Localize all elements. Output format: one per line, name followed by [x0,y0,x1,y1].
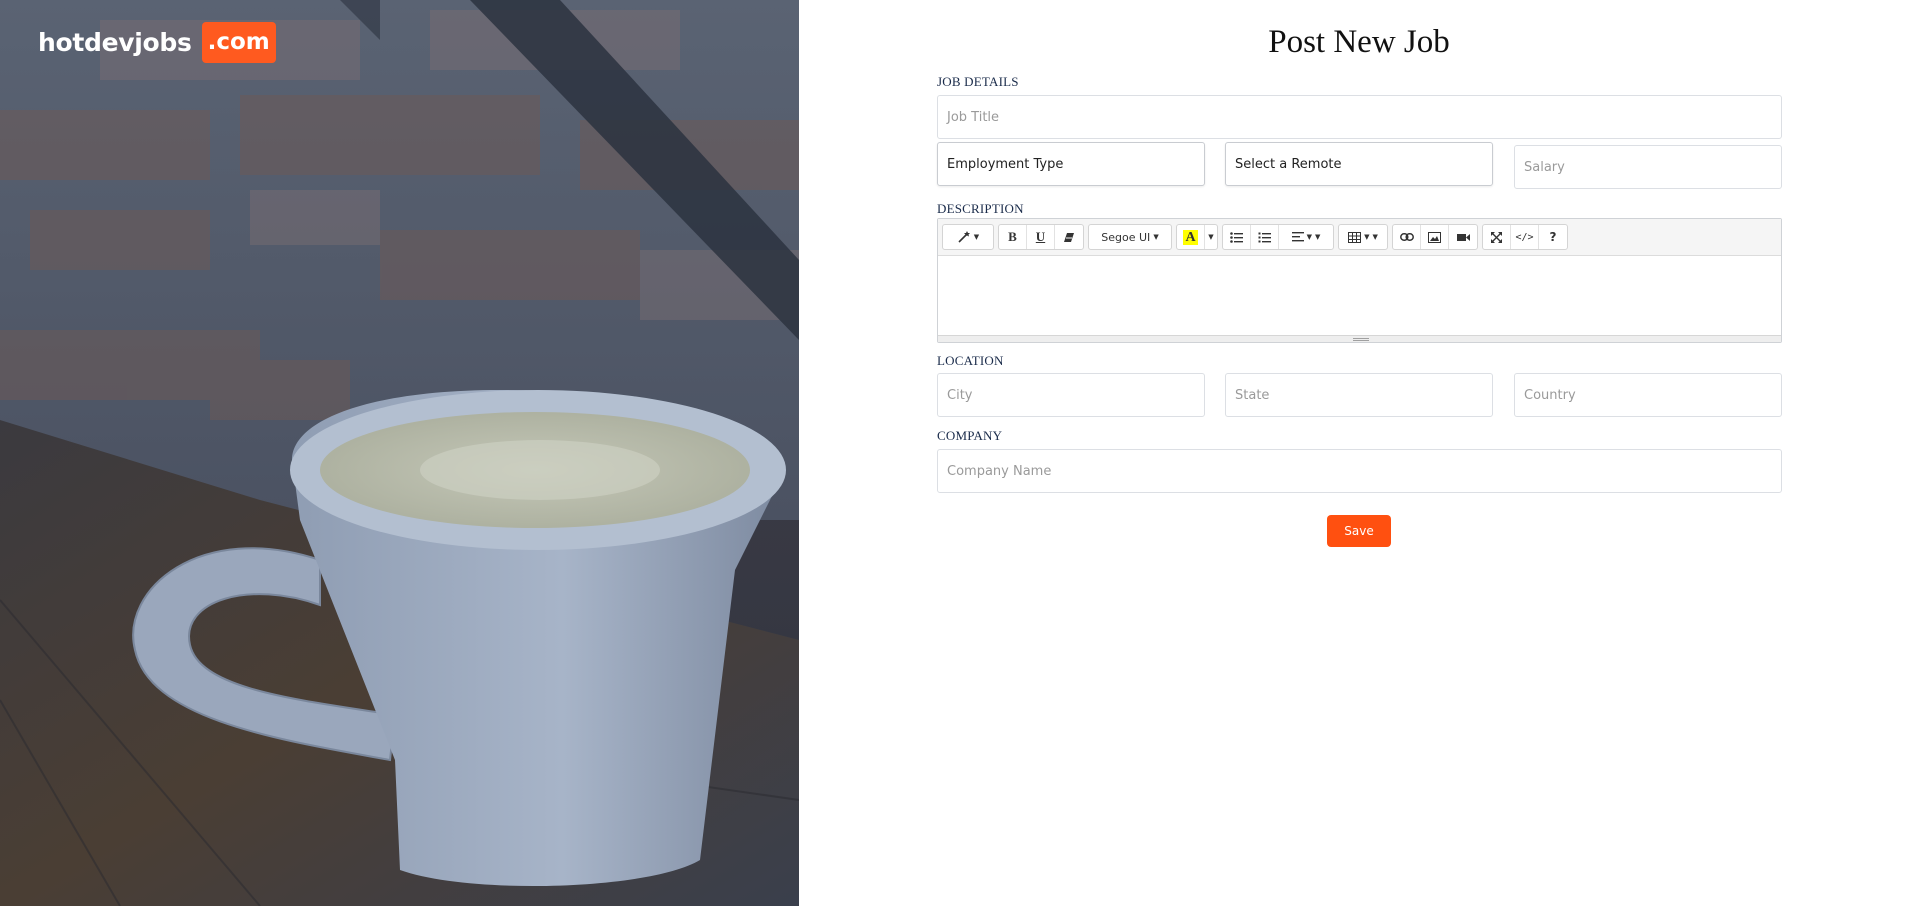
employment-type-value: Employment Type [947,156,1064,172]
picture-icon[interactable] [1421,225,1449,249]
section-label-job-details: JOB DETAILS [937,74,1019,89]
magic-wand-icon[interactable]: ▼ [943,225,993,249]
post-job-form: Post New Job JOB DETAILS Job Title Emplo… [799,0,1919,906]
company-name-placeholder: Company Name [947,463,1052,479]
section-label-description: DESCRIPTION [937,201,1024,216]
underline-icon[interactable]: U [1027,225,1055,249]
employment-type-select[interactable]: Employment Type [937,142,1205,186]
unordered-list-icon[interactable] [1223,225,1251,249]
page-title: Post New Job [1268,24,1450,60]
text-color-icon[interactable]: A [1177,225,1205,249]
state-placeholder: State [1235,387,1270,403]
section-label-company: COMPANY [937,428,1003,443]
toolbar-paragraph-group: ▼ ▼ [1222,224,1334,250]
toolbar-style-group: ▼ [942,224,994,250]
editor-toolbar: ▼ B U Segoe UI ▼ A ▼ ▼ ▼ ▼ ▼ </> ? [938,219,1781,256]
remote-value: Select a Remote [1235,156,1342,172]
grip-icon [1353,338,1369,341]
align-icon[interactable]: ▼ ▼ [1279,225,1333,249]
save-button[interactable]: Save [1327,515,1391,547]
job-title-input[interactable]: Job Title [937,95,1782,139]
state-input[interactable]: State [1225,373,1493,417]
editor-content-area[interactable] [938,256,1781,336]
brand-logo[interactable]: hotdevjobs .com [38,22,276,63]
table-icon[interactable]: ▼ ▼ [1339,225,1387,249]
toolbar-insert-group [1392,224,1478,250]
font-name-value: Segoe UI [1101,230,1151,244]
coffee-cup-photo [0,0,799,906]
country-input[interactable]: Country [1514,373,1782,417]
toolbar-color-group: A ▼ [1176,224,1218,250]
description-rich-text-editor: ▼ B U Segoe UI ▼ A ▼ ▼ ▼ ▼ ▼ </> ? [937,218,1782,343]
eraser-icon[interactable] [1055,225,1083,249]
fullscreen-icon[interactable] [1483,225,1511,249]
help-icon[interactable]: ? [1539,225,1567,249]
section-label-location: LOCATION [937,353,1004,368]
company-name-input[interactable]: Company Name [937,449,1782,493]
code-view-icon[interactable]: </> [1511,225,1539,249]
bold-icon[interactable]: B [999,225,1027,249]
city-placeholder: City [947,387,973,403]
font-name-dropdown[interactable]: Segoe UI ▼ [1089,225,1171,249]
country-placeholder: Country [1524,387,1576,403]
remote-select[interactable]: Select a Remote [1225,142,1493,186]
salary-input[interactable]: Salary [1514,145,1782,189]
toolbar-table-group: ▼ ▼ [1338,224,1388,250]
video-icon[interactable] [1449,225,1477,249]
logo-tld-badge: .com [201,22,276,63]
job-title-placeholder: Job Title [947,109,1000,125]
link-icon[interactable] [1393,225,1421,249]
toolbar-font-name-group: Segoe UI ▼ [1088,224,1172,250]
editor-resize-handle[interactable] [938,335,1781,342]
salary-placeholder: Salary [1524,159,1565,175]
toolbar-font-style-group: B U [998,224,1084,250]
hero-image-panel: hotdevjobs .com [0,0,799,906]
toolbar-view-group: </> ? [1482,224,1568,250]
ordered-list-icon[interactable] [1251,225,1279,249]
city-input[interactable]: City [937,373,1205,417]
logo-text: hotdevjobs [38,28,192,57]
color-dropdown-icon[interactable]: ▼ [1205,225,1217,249]
